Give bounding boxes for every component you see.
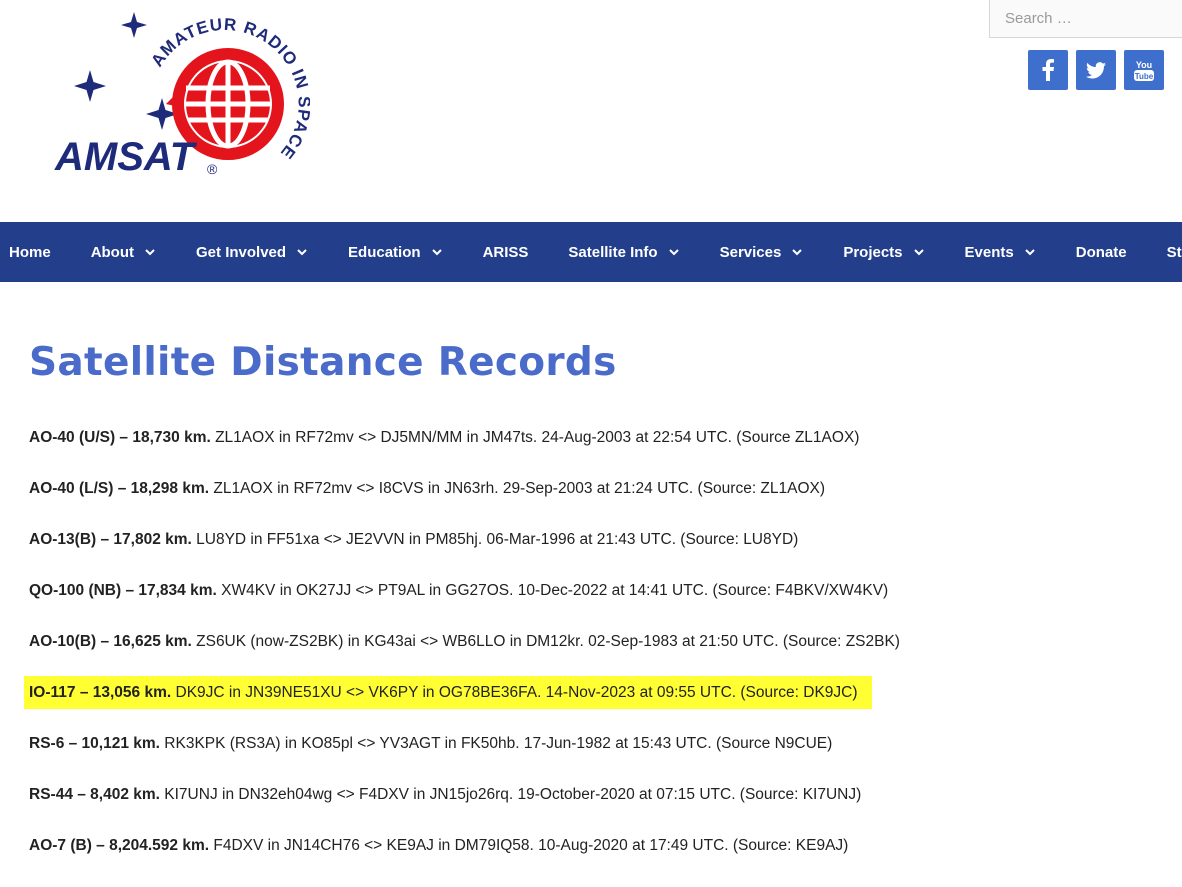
nav-item-get-involved[interactable]: Get Involved <box>196 222 308 282</box>
search-input[interactable] <box>990 0 1182 36</box>
record-item: QO-100 (NB) – 17,834 km. XW4KV in OK27JJ… <box>29 582 889 599</box>
search-box[interactable] <box>989 0 1182 38</box>
record-item-highlighted: IO-117 – 13,056 km. DK9JC in JN39NE51XU … <box>24 676 1169 709</box>
chevron-down-icon <box>297 249 307 256</box>
record-item: AO-40 (U/S) – 18,730 km. ZL1AOX in RF72m… <box>29 429 860 446</box>
nav-item-store[interactable]: Store <box>1167 222 1182 282</box>
amsat-logo[interactable]: AMATEUR RADIO IN SPACE AMSAT ® <box>50 8 310 188</box>
nav-item-education[interactable]: Education <box>348 222 443 282</box>
star-icons <box>74 12 178 130</box>
logo-wordmark: AMSAT <box>54 135 198 179</box>
nav-item-home[interactable]: Home <box>9 222 51 282</box>
site-header: AMATEUR RADIO IN SPACE AMSAT ® You Tube <box>0 0 1182 222</box>
youtube-button[interactable]: You Tube <box>1124 50 1164 90</box>
facebook-icon <box>1042 59 1054 81</box>
twitter-button[interactable] <box>1076 50 1116 90</box>
nav-item-projects[interactable]: Projects <box>843 222 924 282</box>
svg-text:You: You <box>1136 60 1152 70</box>
record-item: AO-7 (B) – 8,204.592 km. F4DXV in JN14CH… <box>29 837 849 854</box>
chevron-down-icon <box>1025 249 1035 256</box>
youtube-icon: You Tube <box>1134 60 1154 81</box>
page-title: Satellite Distance Records <box>29 340 617 385</box>
twitter-icon <box>1086 61 1106 78</box>
records-list: AO-40 (U/S) – 18,730 km. ZL1AOX in RF72m… <box>24 428 1169 887</box>
chevron-down-icon <box>431 249 442 256</box>
highlight-mark: IO-117 – 13,056 km. DK9JC in JN39NE51XU … <box>24 676 872 709</box>
nav-item-about[interactable]: About <box>91 222 156 282</box>
record-item: AO-10(B) – 16,625 km. ZS6UK (now-ZS2BK) … <box>29 633 900 650</box>
nav-item-services[interactable]: Services <box>720 222 804 282</box>
main-navigation: Home About Get Involved Education ARISS … <box>0 222 1182 282</box>
chevron-down-icon <box>145 249 155 256</box>
facebook-button[interactable] <box>1028 50 1068 90</box>
record-item: AO-40 (L/S) – 18,298 km. ZL1AOX in RF72m… <box>29 480 826 497</box>
svg-text:Tube: Tube <box>1135 72 1154 81</box>
chevron-down-icon <box>913 249 924 256</box>
social-links: You Tube <box>1028 50 1164 90</box>
nav-item-satellite-info[interactable]: Satellite Info <box>568 222 679 282</box>
nav-item-ariss[interactable]: ARISS <box>483 222 529 282</box>
record-item: RS-6 – 10,121 km. RK3KPK (RS3A) in KO85p… <box>29 735 833 752</box>
nav-item-donate[interactable]: Donate <box>1076 222 1127 282</box>
chevron-down-icon <box>668 249 679 256</box>
record-item: RS-44 – 8,402 km. KI7UNJ in DN32eh04wg <… <box>29 786 862 803</box>
record-item: AO-13(B) – 17,802 km. LU8YD in FF51xa <>… <box>29 531 799 548</box>
chevron-down-icon <box>792 249 803 256</box>
registered-mark: ® <box>207 161 218 177</box>
nav-item-events[interactable]: Events <box>965 222 1036 282</box>
